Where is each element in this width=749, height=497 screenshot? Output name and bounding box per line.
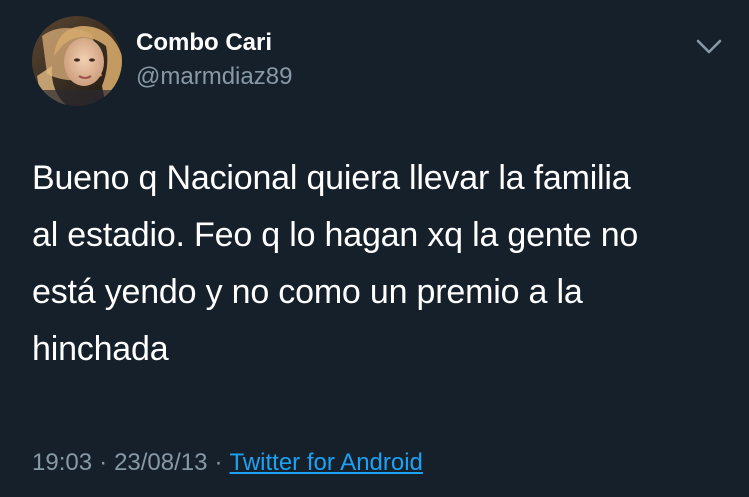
tweet-text-line: hinchada [32,330,169,368]
source-link[interactable]: Twitter for Android [229,449,422,476]
tweet-text-line: Bueno q Nacional quiera llevar la famili… [32,159,631,197]
tweet-time[interactable]: 19:03 [32,449,92,476]
tweet-text-line: al estadio. Feo q lo hagan xq la gente n… [32,216,639,254]
username-handle[interactable]: @marmdiaz89 [136,62,292,92]
tweet-metadata: 19:03 · 23/08/13 · Twitter for Android [32,448,423,478]
display-name[interactable]: Combo Cari [136,28,272,58]
tweet-date[interactable]: 23/08/13 [114,449,207,476]
tweet-card: Combo Cari @marmdiaz89 Bueno q Nacional … [0,0,749,497]
tweet-text: Bueno q Nacional quiera llevar la famili… [32,150,732,378]
profile-photo [32,16,122,106]
separator: · [99,449,108,476]
chevron-down-icon[interactable] [692,32,726,62]
avatar[interactable] [32,16,122,106]
tweet-text-line: está yendo y no como un premio a la [32,273,583,311]
separator: · [214,449,223,476]
